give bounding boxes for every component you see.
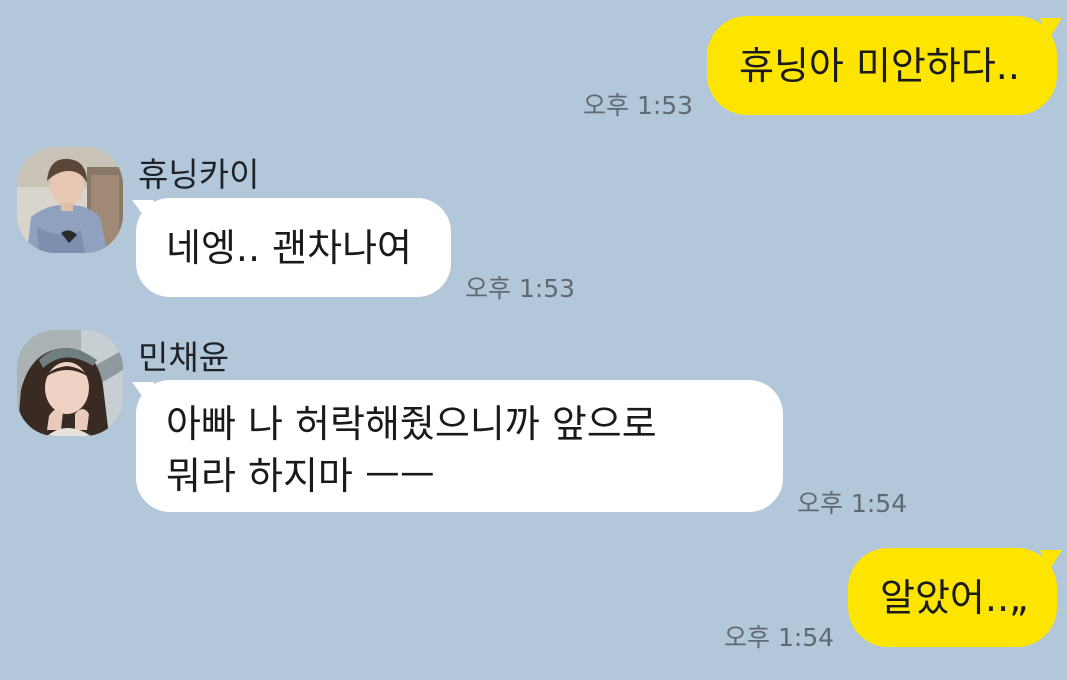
sender-name: 휴닝카이 bbox=[138, 155, 260, 194]
bubble-tail bbox=[1040, 550, 1062, 572]
message-bubble[interactable]: 휴닝아 미안하다.. bbox=[707, 16, 1057, 115]
avatar[interactable] bbox=[17, 147, 123, 253]
avatar-photo-boy bbox=[17, 147, 123, 253]
message-line: 아빠 나 허락해줬으니까 앞으로 bbox=[166, 402, 657, 446]
bubble-tail bbox=[132, 200, 154, 222]
message-line: 뭐라 하지마 ㅡㅡ bbox=[166, 454, 435, 498]
message-bubble[interactable]: 아빠 나 허락해줬으니까 앞으로 뭐라 하지마 ㅡㅡ bbox=[136, 380, 783, 512]
avatar-photo-girl bbox=[17, 330, 123, 436]
chat-view: 오후 1:53 휴닝아 미안하다.. 휴닝카이 네엥.. 괜차나여 오후 1:5… bbox=[0, 0, 1067, 680]
bubble-tail bbox=[1040, 18, 1062, 40]
bubble-tail bbox=[132, 382, 154, 404]
message-time: 오후 1:53 bbox=[583, 91, 694, 120]
message-bubble[interactable]: 네엥.. 괜차나여 bbox=[136, 198, 451, 297]
avatar[interactable] bbox=[17, 330, 123, 436]
message-time: 오후 1:54 bbox=[724, 623, 835, 652]
sender-name: 민채윤 bbox=[138, 338, 230, 377]
message-time: 오후 1:54 bbox=[797, 489, 908, 518]
message-time: 오후 1:53 bbox=[465, 274, 576, 303]
message-bubble[interactable]: 알았어..„ bbox=[848, 548, 1057, 647]
